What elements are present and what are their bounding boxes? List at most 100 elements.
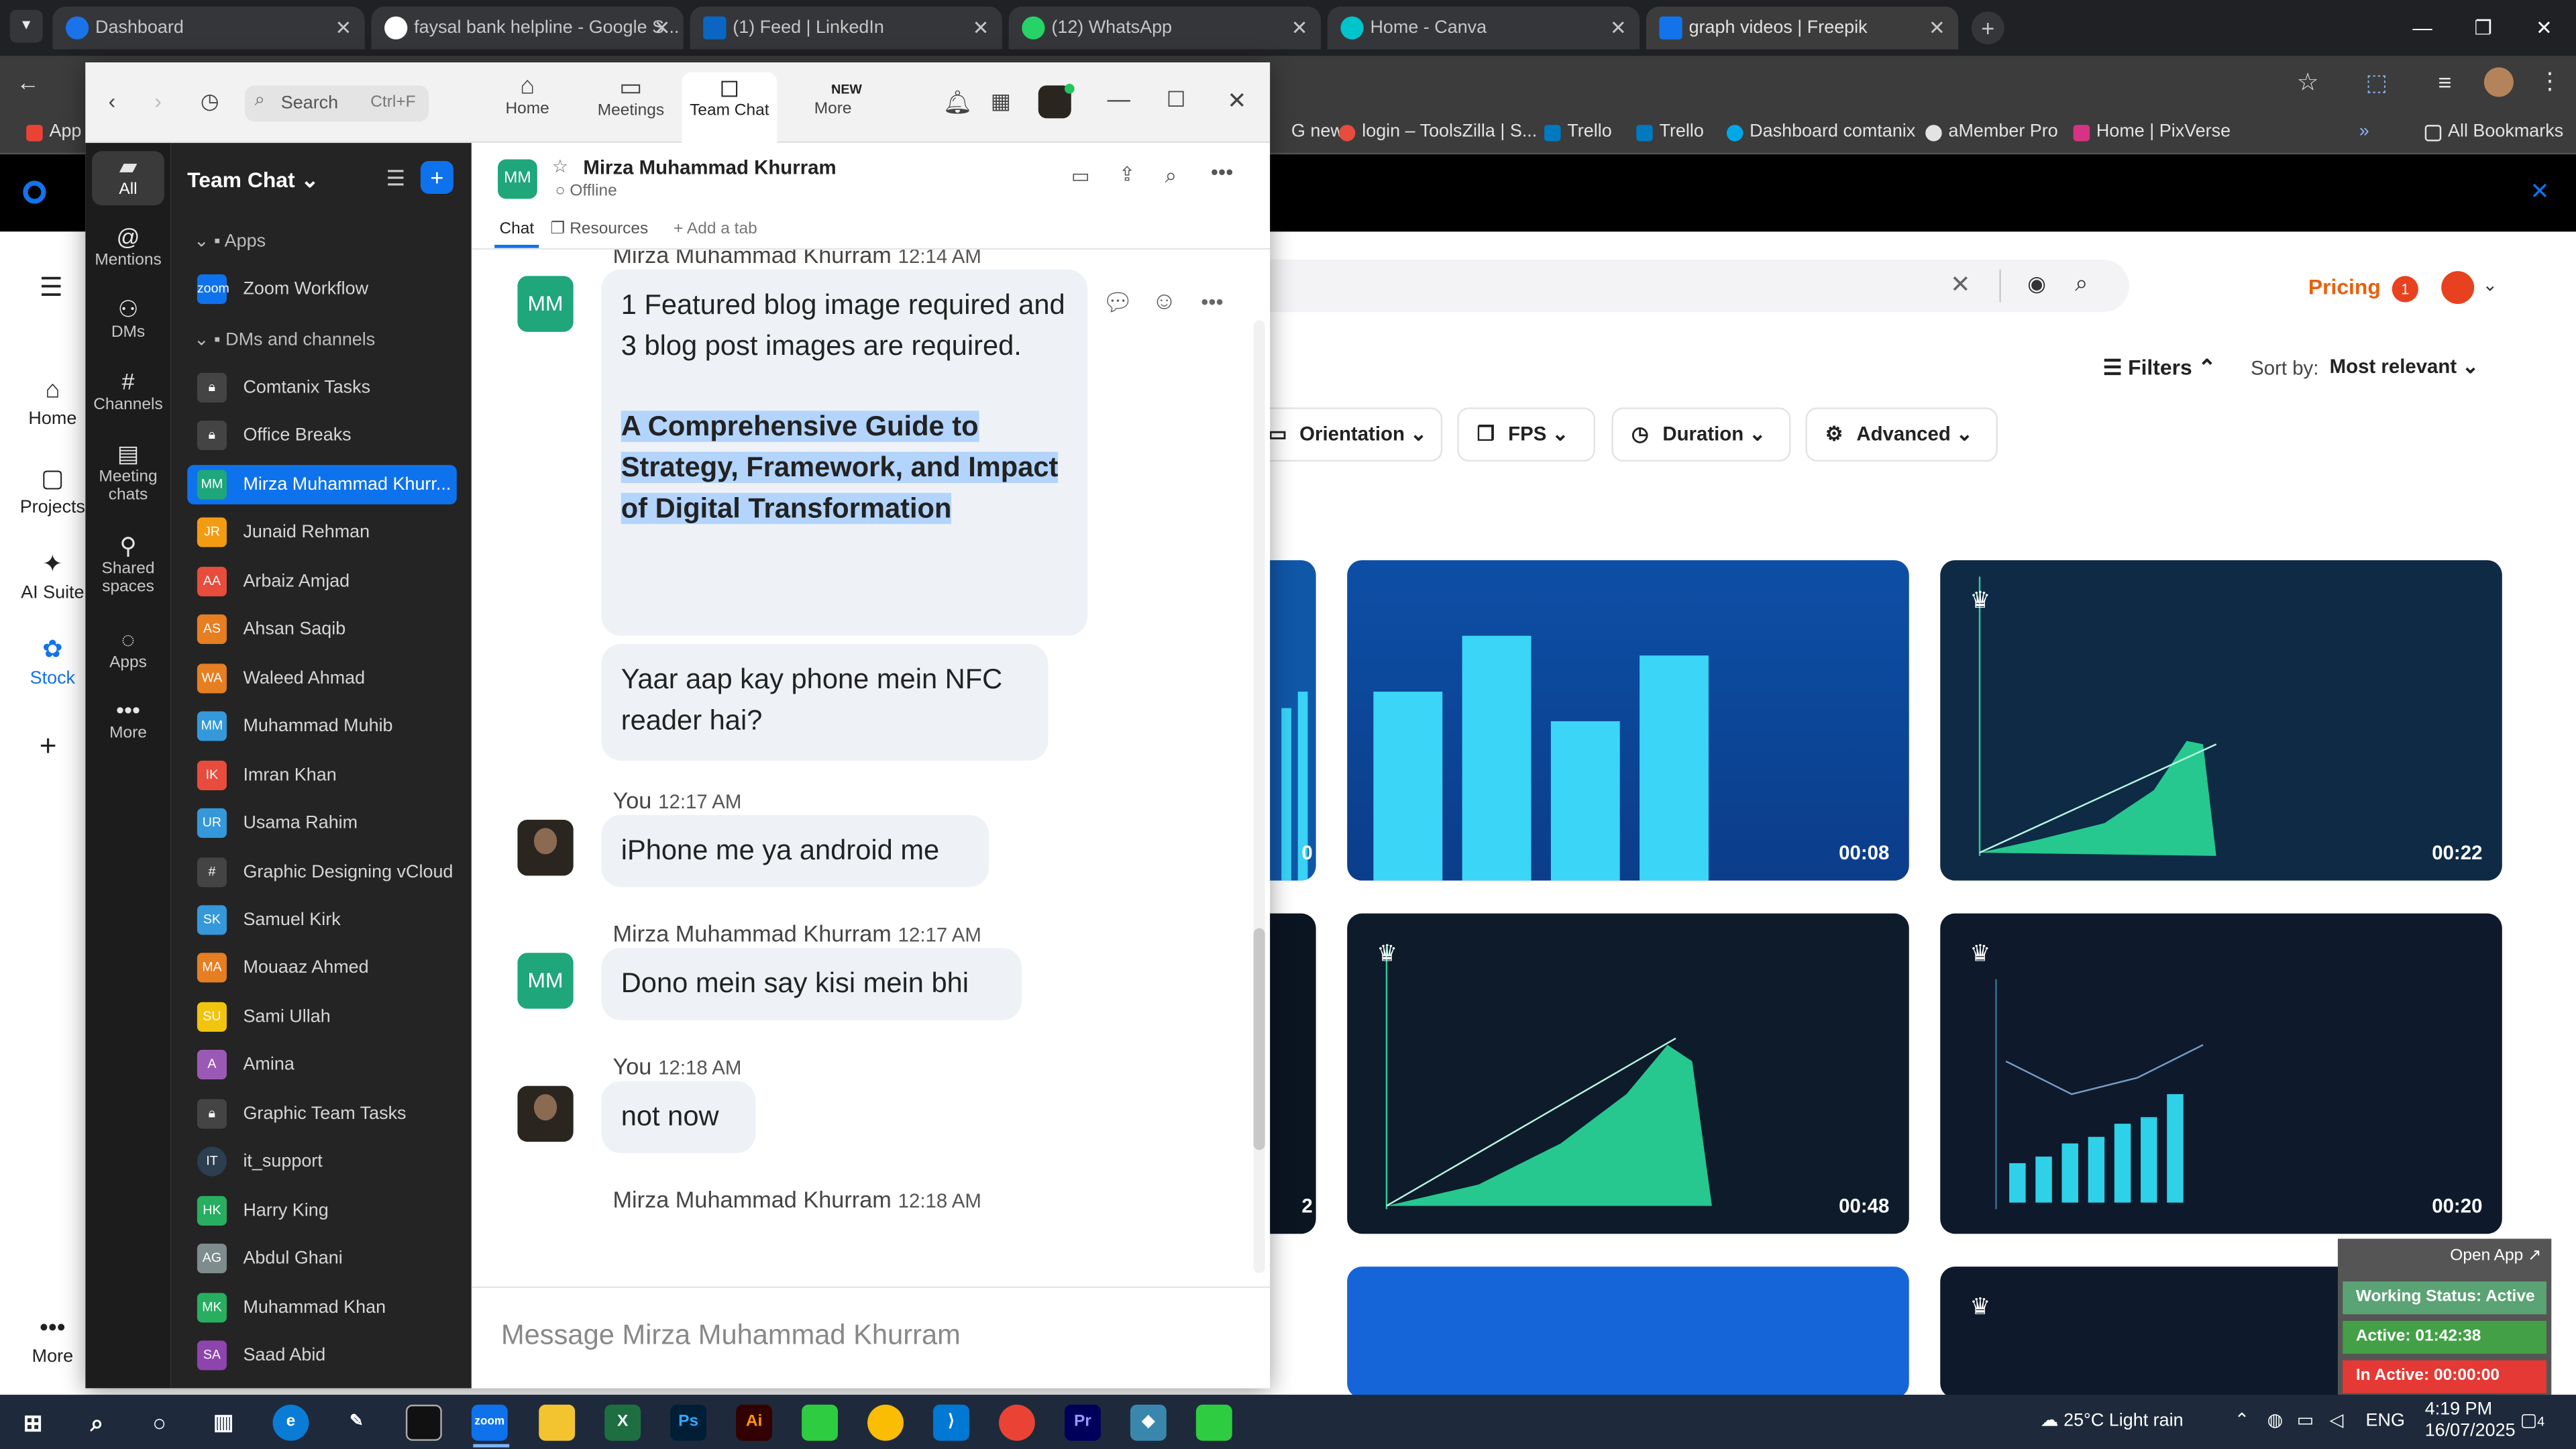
network-icon[interactable]: ▭ bbox=[2297, 1395, 2314, 1449]
more-options-icon[interactable]: ••• bbox=[1211, 160, 1233, 184]
history-icon[interactable]: ◷ bbox=[201, 89, 219, 115]
task-view-icon[interactable]: ▥ bbox=[205, 1405, 241, 1441]
list-item[interactable]: AG Abdul Ghani bbox=[187, 1239, 457, 1279]
filters-toggle[interactable]: ☰ Filters ⌃ bbox=[2103, 355, 2216, 381]
team-chat-dropdown[interactable]: Team Chat ⌄ bbox=[187, 168, 319, 194]
message-bubble[interactable]: Dono mein say kisi mein bhi bbox=[601, 948, 1022, 1020]
profile-avatar[interactable] bbox=[2483, 67, 2514, 97]
hamburger-menu-icon[interactable]: ☰ bbox=[40, 271, 63, 304]
terminal-icon[interactable] bbox=[405, 1404, 442, 1441]
notification-badge[interactable]: 1 bbox=[2392, 276, 2418, 303]
maximize-button[interactable]: ☐ bbox=[1167, 87, 1186, 113]
pen-app-icon[interactable]: ✎ bbox=[338, 1405, 374, 1441]
file-explorer-icon[interactable] bbox=[539, 1404, 576, 1441]
list-item[interactable]: HK Harry King bbox=[187, 1191, 457, 1231]
cortana-icon[interactable]: ○ bbox=[142, 1405, 178, 1441]
bookmark-star-icon[interactable]: ☆ bbox=[2297, 67, 2319, 97]
filter-orientation[interactable]: ▭ Orientation ⌄ bbox=[1248, 407, 1443, 462]
freepik-search-bar[interactable]: ✕ ◉ ⌕ bbox=[1270, 259, 2129, 313]
zoom-app-icon[interactable]: zoom bbox=[471, 1404, 508, 1441]
pricing-link[interactable]: Pricing bbox=[2308, 274, 2381, 299]
close-icon[interactable]: ✕ bbox=[973, 7, 989, 50]
message-input[interactable]: Message Mirza Muhammad Khurram bbox=[501, 1320, 1224, 1359]
camera-search-icon[interactable]: ◉ bbox=[2027, 271, 2046, 297]
bell-icon[interactable]: 🔔︎ bbox=[943, 89, 973, 117]
list-item[interactable]: 🔒︎ Office Breaks bbox=[187, 416, 457, 455]
video-thumbnail[interactable]: ♛ 00:48 bbox=[1347, 913, 1909, 1234]
conversation-title[interactable]: Mirza Muhammad Khurram bbox=[583, 156, 836, 179]
all-bookmarks[interactable]: All Bookmarks bbox=[2424, 121, 2563, 142]
windows-start-icon[interactable]: ⊞ bbox=[15, 1405, 51, 1441]
sender-avatar[interactable] bbox=[517, 820, 574, 876]
rail-shared-spaces[interactable]: ⚲ Shared spaces bbox=[85, 534, 170, 596]
bookmarks-overflow-icon[interactable]: » bbox=[2359, 121, 2369, 141]
message-bubble[interactable]: not now bbox=[601, 1081, 756, 1154]
filter-icon[interactable]: ☰ bbox=[386, 166, 406, 192]
close-icon[interactable]: ✕ bbox=[1929, 7, 1945, 50]
browser-menu-icon[interactable]: ⋮ bbox=[2538, 67, 2561, 95]
message-bubble[interactable]: iPhone me ya android me bbox=[601, 814, 989, 888]
bookmark-item[interactable]: login – ToolsZilla | S... bbox=[1338, 121, 1537, 142]
back-arrow-icon[interactable]: ‹ bbox=[109, 89, 116, 113]
tray-icon[interactable]: ◍ bbox=[2267, 1395, 2284, 1449]
list-item[interactable]: IK Imran Khan bbox=[187, 756, 457, 796]
banner-close-icon[interactable]: ✕ bbox=[2530, 177, 2549, 205]
minimize-button[interactable]: — bbox=[2392, 0, 2453, 56]
list-item[interactable]: MA Mouaaz Ahmed bbox=[187, 948, 457, 987]
filter-advanced[interactable]: ⚙ Advanced ⌄ bbox=[1805, 407, 1998, 462]
tab-canva[interactable]: Home - Canva ✕ bbox=[1327, 6, 1640, 50]
list-item[interactable]: A Amina bbox=[187, 1045, 457, 1085]
bookmark-item[interactable]: Trello bbox=[1544, 121, 1612, 142]
search-icon[interactable]: ⌕ bbox=[79, 1405, 115, 1441]
list-item[interactable]: # Graphic Designing vCloud bbox=[187, 853, 457, 892]
user-avatar[interactable] bbox=[2441, 271, 2475, 305]
dms-section-header[interactable]: ⌄ ▪ DMs and channels bbox=[194, 329, 375, 350]
app-icon[interactable] bbox=[802, 1404, 838, 1441]
reply-thread-icon[interactable]: 💬︎ bbox=[1102, 288, 1134, 317]
illustrator-icon[interactable]: Ai bbox=[736, 1404, 773, 1441]
bookmark-item[interactable]: G new bbox=[1275, 121, 1344, 141]
language-indicator[interactable]: ENG bbox=[2366, 1395, 2405, 1449]
extensions-icon[interactable]: ⬚ bbox=[2366, 69, 2387, 97]
sender-avatar[interactable]: MM bbox=[517, 276, 574, 332]
add-tab-button[interactable]: + Add a tab bbox=[674, 220, 757, 238]
scrollbar-thumb[interactable] bbox=[1253, 928, 1265, 1150]
message-bubble[interactable]: 1 Featured blog image required and 3 blo… bbox=[601, 269, 1088, 636]
tab-search-icon[interactable]: ▾ bbox=[9, 9, 43, 43]
bookmark-apps[interactable]: App bbox=[26, 121, 81, 142]
sort-dropdown[interactable]: Most relevant ⌄ bbox=[2330, 355, 2479, 378]
back-icon[interactable]: ← bbox=[16, 69, 39, 95]
message-bubble[interactable]: Yaar aap kay phone mein NFC reader hai? bbox=[601, 644, 1049, 761]
sender-avatar[interactable]: MM bbox=[517, 953, 574, 1009]
search-input[interactable]: ⌕ Search Ctrl+F bbox=[244, 85, 429, 122]
clock[interactable]: 4:19 PM 16/07/2025 bbox=[2425, 1400, 2516, 1443]
tab-freepik[interactable]: graph videos | Freepik ✕ bbox=[1646, 6, 1959, 50]
rail-meeting-chats[interactable]: ▤ Meeting chats bbox=[85, 442, 170, 504]
open-app-link[interactable]: Open App ↗ bbox=[2450, 1247, 2541, 1265]
vscode-icon[interactable]: ⟩ bbox=[933, 1404, 969, 1441]
close-icon[interactable]: ✕ bbox=[335, 7, 352, 50]
chevron-down-icon[interactable]: ⌄ bbox=[2482, 274, 2498, 295]
star-icon[interactable]: ☆ bbox=[552, 156, 568, 177]
add-reaction-icon[interactable]: ☺ bbox=[1152, 288, 1177, 316]
close-button[interactable]: ✕ bbox=[1227, 87, 1246, 115]
message-more-icon[interactable]: ••• bbox=[1201, 289, 1223, 314]
list-item[interactable]: WA Waleed Ahmad bbox=[187, 659, 457, 698]
rail-more[interactable]: ••• More bbox=[85, 698, 170, 743]
search-icon[interactable]: ⌕ bbox=[1165, 162, 1177, 189]
filter-fps[interactable]: ❐ FPS ⌄ bbox=[1457, 407, 1595, 462]
tab-google-search[interactable]: faysal bank helpline - Google S... ✕ bbox=[371, 6, 684, 50]
list-item-selected[interactable]: MM Mirza Muhammad Khurr... bbox=[187, 465, 457, 504]
list-item[interactable]: MK Muhammad Khan bbox=[187, 1288, 457, 1328]
close-icon[interactable]: ✕ bbox=[1610, 7, 1627, 50]
list-item[interactable]: MM Muhammad Muhib bbox=[187, 706, 457, 746]
rail-apps[interactable]: ◌ Apps bbox=[85, 628, 170, 672]
chrome-profile-icon[interactable] bbox=[998, 1404, 1035, 1441]
chrome-icon[interactable] bbox=[867, 1404, 904, 1441]
edge-icon[interactable]: e bbox=[272, 1404, 309, 1441]
list-item[interactable]: 🔒︎ Graphic Team Tasks bbox=[187, 1094, 457, 1134]
new-tab-button[interactable]: + bbox=[1971, 11, 2004, 45]
list-item[interactable]: SA Saad Abid bbox=[187, 1336, 457, 1375]
list-item[interactable]: UR Usama Rahim bbox=[187, 804, 457, 843]
sender-avatar[interactable] bbox=[517, 1085, 574, 1142]
